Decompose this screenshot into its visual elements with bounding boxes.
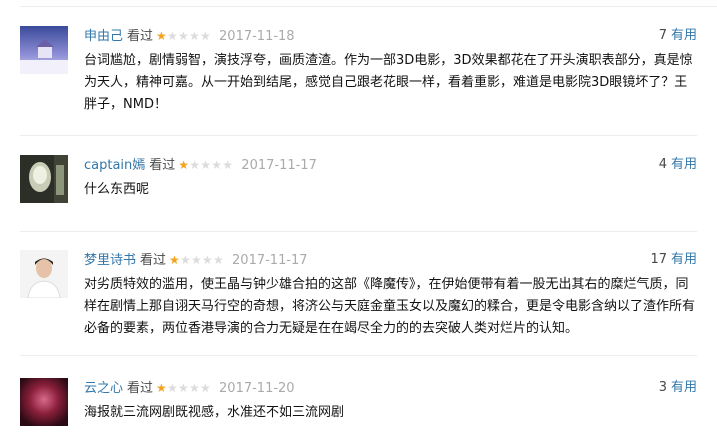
star-icon: ★	[211, 158, 223, 172]
review-item: 云之心 看过 ★★★★★ 2017-11-20 3 有用 海报就三流网剧既视感，水准还不…	[20, 378, 697, 441]
review-content: 对劣质特效的滥用，使王晶与钟少雄合拍的这部《降魔传》，在伊始便带有着一股无出其右…	[84, 277, 696, 336]
username-link[interactable]: 梦里诗书	[84, 253, 136, 268]
review-meta: 申由己 看过 ★★★★★ 2017-11-18	[84, 26, 295, 46]
divider	[20, 231, 697, 232]
review-date: 2017-11-17	[232, 253, 308, 268]
review-item: captain嫣 看过 ★★★★★ 2017-11-17 4 有用 什么东西呢	[20, 155, 697, 232]
rating-stars: ★★★★★	[178, 155, 233, 175]
rating-stars: ★★★★★	[156, 378, 211, 398]
useful-vote[interactable]: 4 有用	[659, 155, 697, 175]
star-icon: ★	[213, 253, 224, 267]
review-meta: captain嫣 看过 ★★★★★ 2017-11-17	[84, 155, 317, 175]
useful-vote[interactable]: 7 有用	[659, 26, 697, 46]
star-icon: ★	[200, 29, 211, 43]
avatar[interactable]	[20, 378, 68, 426]
useful-button[interactable]: 有用	[671, 252, 697, 267]
review-date: 2017-11-20	[219, 381, 295, 396]
star-icon: ★	[167, 381, 178, 395]
review-date: 2017-11-18	[219, 29, 295, 44]
username-link[interactable]: 云之心	[84, 381, 123, 396]
useful-count: 4	[658, 157, 667, 172]
star-icon: ★	[178, 381, 189, 395]
review-date: 2017-11-17	[241, 158, 317, 173]
divider	[20, 6, 717, 7]
star-icon: ★	[202, 253, 213, 267]
review-content: 海报就三流网剧既视感，水准还不如三流网剧	[84, 405, 345, 420]
username-link[interactable]: captain嫣	[84, 158, 145, 173]
review-content: 台词尴尬，剧情弱智，演技浮夸，画质渣渣。作为一部3D电影，3D效果都花在了开头演…	[84, 53, 693, 112]
useful-count: 17	[650, 252, 667, 267]
watched-status: 看过	[149, 158, 176, 173]
rating-stars: ★★★★★	[156, 26, 211, 46]
divider	[20, 135, 697, 136]
star-icon: ★	[178, 29, 189, 43]
star-icon: ★	[156, 29, 167, 43]
rating-stars: ★★★★★	[169, 250, 224, 270]
star-icon: ★	[200, 381, 211, 395]
useful-count: 3	[658, 380, 667, 395]
divider	[20, 355, 697, 356]
star-icon: ★	[167, 29, 178, 43]
review-item: 申由己 看过 ★★★★★ 2017-11-18 7 有用 台词尴尬，剧情弱智，演技浮夸，…	[20, 26, 697, 136]
avatar[interactable]	[20, 155, 68, 203]
avatar[interactable]	[20, 250, 68, 298]
useful-button[interactable]: 有用	[671, 380, 697, 395]
review-meta: 梦里诗书 看过 ★★★★★ 2017-11-17	[84, 250, 308, 270]
review-content: 什么东西呢	[84, 182, 150, 197]
star-icon: ★	[169, 253, 180, 267]
review-item: 梦里诗书 看过 ★★★★★ 2017-11-17 17 有用 对劣质特效的滥用，使王晶与…	[20, 250, 697, 356]
star-icon: ★	[189, 29, 200, 43]
star-icon: ★	[178, 158, 190, 172]
star-icon: ★	[189, 381, 200, 395]
watched-status: 看过	[140, 253, 167, 268]
star-icon: ★	[189, 158, 201, 172]
review-meta: 云之心 看过 ★★★★★ 2017-11-20	[84, 378, 295, 398]
star-icon: ★	[191, 253, 202, 267]
useful-button[interactable]: 有用	[671, 28, 697, 43]
star-icon: ★	[222, 158, 234, 172]
star-icon: ★	[156, 381, 167, 395]
star-icon: ★	[180, 253, 191, 267]
useful-vote[interactable]: 3 有用	[659, 378, 697, 398]
useful-vote[interactable]: 17 有用	[650, 250, 697, 270]
star-icon: ★	[200, 158, 212, 172]
watched-status: 看过	[127, 29, 154, 44]
useful-count: 7	[658, 28, 667, 43]
watched-status: 看过	[127, 381, 154, 396]
useful-button[interactable]: 有用	[671, 157, 697, 172]
avatar[interactable]	[20, 26, 68, 74]
username-link[interactable]: 申由己	[84, 29, 123, 44]
